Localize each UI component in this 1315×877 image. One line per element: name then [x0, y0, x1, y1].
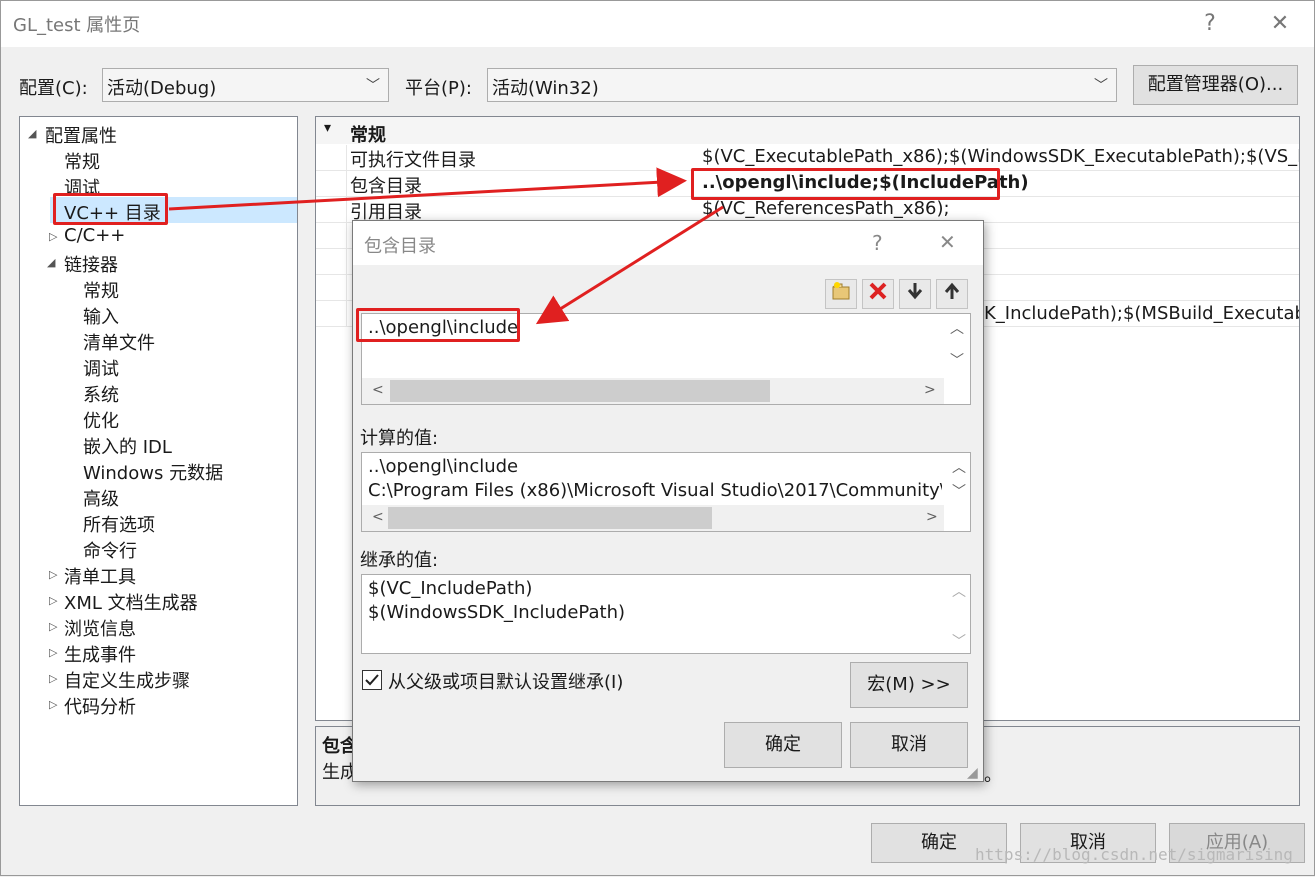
arrow-to-include — [168, 167, 687, 211]
arrow-to-entry — [535, 205, 724, 325]
property-pages-window: GL_test 属性页 ? ✕ 配置(C): 活动(Debug) ﹀ 平台(P)… — [0, 0, 1315, 876]
annotation-arrows — [168, 167, 724, 325]
